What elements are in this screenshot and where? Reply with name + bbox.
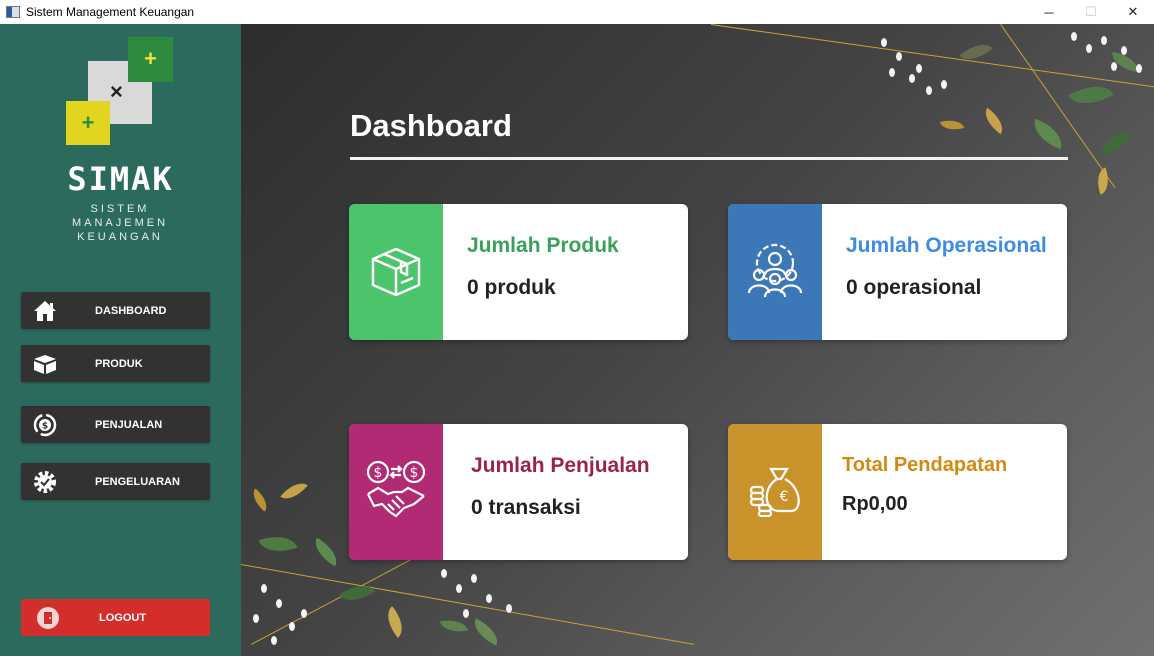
card-pendapatan-title: Total Pendapatan (842, 454, 1008, 476)
sidebar: + + × SIMAK SISTEM MANAJEMEN KEUANGAN DA… (0, 24, 241, 656)
card-operasional-body: Jumlah Operasional 0 operasional (822, 204, 1067, 340)
boxes-icon (32, 351, 58, 377)
logout-door-icon (37, 606, 59, 629)
brand-subtitle: SISTEM MANAJEMEN KEUANGAN (40, 202, 200, 244)
nav-pengeluaran-label: PENGELUARAN (95, 475, 180, 488)
gear-check-icon (32, 469, 58, 495)
card-produk-value: 0 produk (467, 276, 556, 299)
brand-subtitle-line1: SISTEM MANAJEMEN (71, 203, 169, 229)
logout-label: LOGOUT (99, 611, 147, 624)
card-operasional-value: 0 operasional (846, 276, 982, 299)
window-title: Sistem Management Keuangan (26, 5, 195, 19)
card-produk-title: Jumlah Produk (467, 234, 619, 257)
logout-button[interactable]: LOGOUT (21, 599, 210, 636)
svg-text:€: € (780, 489, 789, 505)
minimize-button[interactable]: ─ (1028, 0, 1070, 24)
card-jumlah-produk[interactable]: Jumlah Produk 0 produk (349, 204, 688, 340)
window-controls: ─ ☐ ✕ (1028, 0, 1154, 24)
nav-dashboard-label: DASHBOARD (95, 304, 167, 317)
nav-penjualan-button[interactable]: $ PENJUALAN (21, 406, 210, 443)
team-gear-icon (745, 239, 805, 306)
main-content: Dashboard Jumlah Produk 0 produk Jumlah … (241, 24, 1154, 656)
svg-text:$: $ (410, 465, 419, 481)
money-bag-icon: € (749, 463, 801, 522)
card-penjualan-icon-panel: $ $ (349, 424, 443, 560)
nav-produk-label: PRODUK (95, 357, 143, 370)
dollar-cycle-icon: $ (32, 412, 58, 438)
page-title-underline (350, 157, 1068, 160)
logo-plus-yellow: + (66, 101, 110, 145)
card-penjualan-title: Jumlah Penjualan (471, 454, 650, 477)
card-jumlah-operasional[interactable]: Jumlah Operasional 0 operasional (728, 204, 1067, 340)
close-button[interactable]: ✕ (1112, 0, 1154, 24)
logo-x-mark: × (110, 79, 123, 104)
card-produk-body: Jumlah Produk 0 produk (443, 204, 688, 340)
app-logo: + + × (66, 37, 174, 147)
nav-produk-button[interactable]: PRODUK (21, 345, 210, 382)
page-title: Dashboard (350, 108, 512, 143)
nav-penjualan-label: PENJUALAN (95, 418, 163, 431)
card-pendapatan-icon-panel: € (728, 424, 822, 560)
maximize-button[interactable]: ☐ (1070, 0, 1112, 24)
nav-pengeluaran-button[interactable]: PENGELUARAN (21, 463, 210, 500)
handshake-money-icon: $ $ (364, 458, 428, 527)
nav-dashboard-button[interactable]: DASHBOARD (21, 292, 210, 329)
home-icon (32, 298, 58, 324)
card-operasional-title: Jumlah Operasional (846, 234, 1047, 257)
brand-name: SIMAK (67, 160, 174, 198)
app-icon (6, 6, 20, 18)
card-penjualan-value: 0 transaksi (471, 496, 581, 519)
card-operasional-icon-panel (728, 204, 822, 340)
card-produk-icon-panel (349, 204, 443, 340)
svg-text:$: $ (374, 465, 383, 481)
card-pendapatan-value: Rp0,00 (842, 493, 908, 515)
svg-text:$: $ (42, 421, 48, 431)
card-penjualan-body: Jumlah Penjualan 0 transaksi (443, 424, 688, 560)
card-pendapatan-body: Total Pendapatan Rp0,00 (822, 424, 1067, 560)
box-icon (367, 241, 425, 304)
card-total-pendapatan[interactable]: € Total Pendapatan Rp0,00 (728, 424, 1067, 560)
window-titlebar: Sistem Management Keuangan ─ ☐ ✕ (0, 0, 1154, 24)
brand-subtitle-line2: KEUANGAN (77, 231, 163, 243)
card-jumlah-penjualan[interactable]: $ $ Jumlah Penjualan 0 transaksi (349, 424, 688, 560)
logo-plus-green: + (128, 37, 173, 82)
